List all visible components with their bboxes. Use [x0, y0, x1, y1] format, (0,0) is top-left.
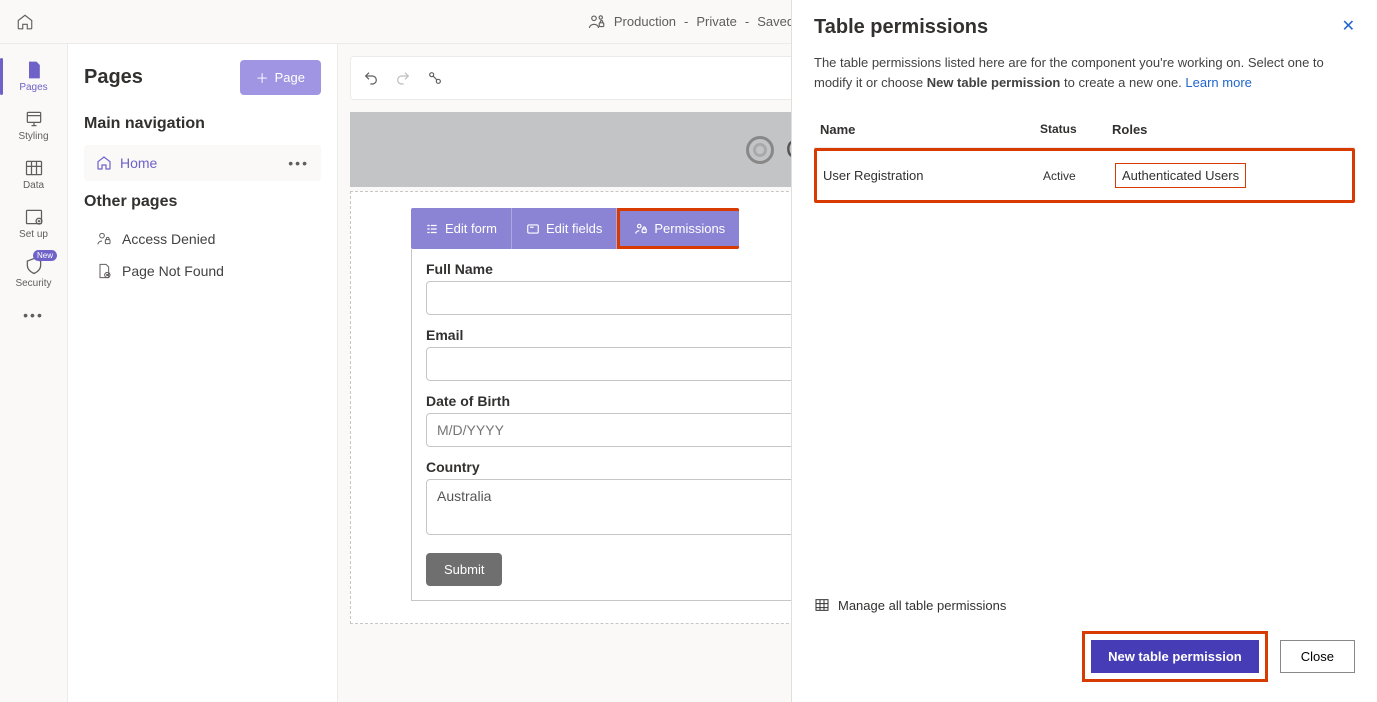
access-denied-label: Access Denied — [122, 231, 215, 247]
home-icon[interactable] — [16, 13, 34, 31]
rail-styling-label: Styling — [18, 131, 48, 142]
new-table-permission-button[interactable]: New table permission — [1091, 640, 1259, 673]
learn-more-link[interactable]: Learn more — [1185, 75, 1251, 90]
edit-fields-button[interactable]: Edit fields — [512, 208, 617, 249]
form-icon — [425, 222, 439, 236]
rail-setup-label: Set up — [19, 229, 48, 240]
row-name: User Registration — [823, 168, 1043, 183]
nav-item-home[interactable]: Home ••• — [84, 145, 321, 181]
pages-title: Pages — [84, 66, 143, 89]
edit-form-label: Edit form — [445, 221, 497, 236]
other-pages-heading: Other pages — [84, 193, 321, 211]
manage-all-label: Manage all table permissions — [838, 598, 1006, 613]
rail-security-label: Security — [15, 278, 51, 289]
env-privacy: Private — [696, 14, 736, 29]
edit-form-button[interactable]: Edit form — [411, 208, 512, 249]
rail-setup[interactable]: Set up — [0, 199, 67, 248]
styling-icon — [24, 109, 44, 129]
company-logo-icon — [746, 136, 774, 164]
new-permission-highlight: New table permission — [1082, 631, 1268, 682]
perm-description: The table permissions listed here are fo… — [814, 53, 1355, 92]
env-name: Production — [614, 14, 676, 29]
nav-item-home-label: Home — [120, 155, 157, 171]
close-button[interactable]: Close — [1280, 640, 1355, 673]
edit-fields-label: Edit fields — [546, 221, 602, 236]
rail-styling[interactable]: Styling — [0, 101, 67, 150]
redo-icon[interactable] — [395, 70, 411, 86]
undo-icon[interactable] — [363, 70, 379, 86]
people-lock-icon — [588, 13, 606, 31]
main-nav-heading: Main navigation — [84, 115, 321, 133]
add-page-label: Page — [275, 70, 305, 85]
perm-panel-title: Table permissions — [814, 16, 988, 39]
person-lock-icon — [96, 231, 112, 247]
fields-icon — [526, 222, 540, 236]
page-icon — [24, 60, 44, 80]
rail-pages-label: Pages — [19, 82, 47, 93]
rail-pages[interactable]: Pages — [0, 52, 67, 101]
table-icon — [814, 597, 830, 613]
add-page-button[interactable]: ＋ Page — [240, 60, 321, 95]
submit-button[interactable]: Submit — [426, 553, 502, 586]
table-header: Name Status Roles — [814, 112, 1355, 148]
pages-panel: Pages ＋ Page Main navigation Home ••• Ot… — [68, 44, 338, 702]
table-permissions-panel: Table permissions ✕ The table permission… — [791, 0, 1377, 702]
not-found-label: Page Not Found — [122, 263, 224, 279]
new-badge: New — [33, 250, 57, 261]
permissions-button[interactable]: Permissions — [617, 208, 739, 249]
col-status: Status — [1040, 122, 1112, 137]
left-nav-rail: Pages Styling Data Set up New Security •… — [0, 44, 68, 702]
col-roles: Roles — [1112, 122, 1349, 137]
rail-more[interactable]: ••• — [23, 297, 44, 333]
permissions-table: Name Status Roles User Registration Acti… — [814, 112, 1355, 203]
rail-data-label: Data — [23, 180, 44, 191]
env-state: Saved — [757, 14, 794, 29]
nav-item-more[interactable]: ••• — [288, 155, 309, 171]
home-icon — [96, 155, 112, 171]
rail-data[interactable]: Data — [0, 150, 67, 199]
col-name: Name — [820, 122, 1040, 137]
row-roles: Authenticated Users — [1115, 163, 1246, 188]
panel-footer: New table permission Close — [814, 631, 1355, 686]
permissions-label: Permissions — [654, 221, 725, 236]
form-toolbar: Edit form Edit fields Permissions — [411, 208, 739, 249]
nav-item-access-denied[interactable]: Access Denied — [84, 223, 321, 255]
manage-all-link[interactable]: Manage all table permissions — [814, 597, 1355, 613]
row-status: Active — [1043, 169, 1115, 183]
link-icon[interactable] — [427, 70, 443, 86]
page-error-icon — [96, 263, 112, 279]
person-lock-icon — [634, 222, 648, 236]
setup-icon — [24, 207, 44, 227]
plus-icon: ＋ — [256, 68, 269, 87]
data-icon — [24, 158, 44, 178]
close-icon[interactable]: ✕ — [1342, 16, 1355, 36]
rail-security[interactable]: New Security — [0, 248, 67, 297]
table-row[interactable]: User Registration Active Authenticated U… — [814, 148, 1355, 203]
nav-item-not-found[interactable]: Page Not Found — [84, 255, 321, 287]
